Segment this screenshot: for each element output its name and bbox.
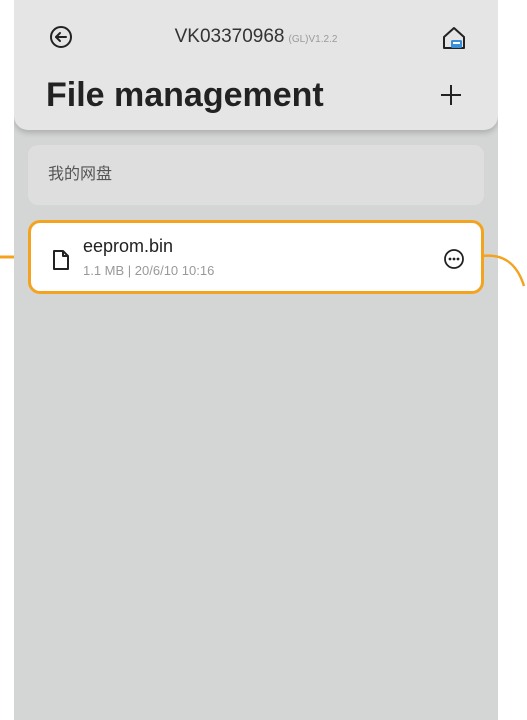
screenshot-stage: VK03370968 (GL)V1.2.2 File management 我的网…	[0, 0, 527, 720]
more-options-icon[interactable]	[443, 248, 465, 270]
firmware-version: (GL)V1.2.2	[288, 34, 338, 45]
breadcrumb[interactable]: 我的网盘	[28, 145, 484, 205]
callout-line-right	[481, 254, 526, 287]
breadcrumb-label: 我的网盘	[48, 166, 113, 183]
file-list-item[interactable]: eeprom.bin 1.1 MB | 20/6/10 10:16	[28, 220, 484, 294]
phone-screen: VK03370968 (GL)V1.2.2 File management 我的网…	[14, 0, 498, 720]
file-name: eeprom.bin	[83, 236, 174, 256]
device-id: VK03370968	[174, 26, 285, 47]
page-title: File management	[46, 76, 324, 114]
home-icon[interactable]	[440, 24, 468, 52]
file-icon	[53, 250, 69, 270]
device-title: VK03370968 (GL)V1.2.2	[14, 24, 498, 53]
app-header: VK03370968 (GL)V1.2.2 File management	[14, 0, 498, 130]
plus-icon[interactable]	[436, 80, 466, 110]
file-meta: 1.1 MB | 20/6/10 10:16	[83, 263, 215, 278]
